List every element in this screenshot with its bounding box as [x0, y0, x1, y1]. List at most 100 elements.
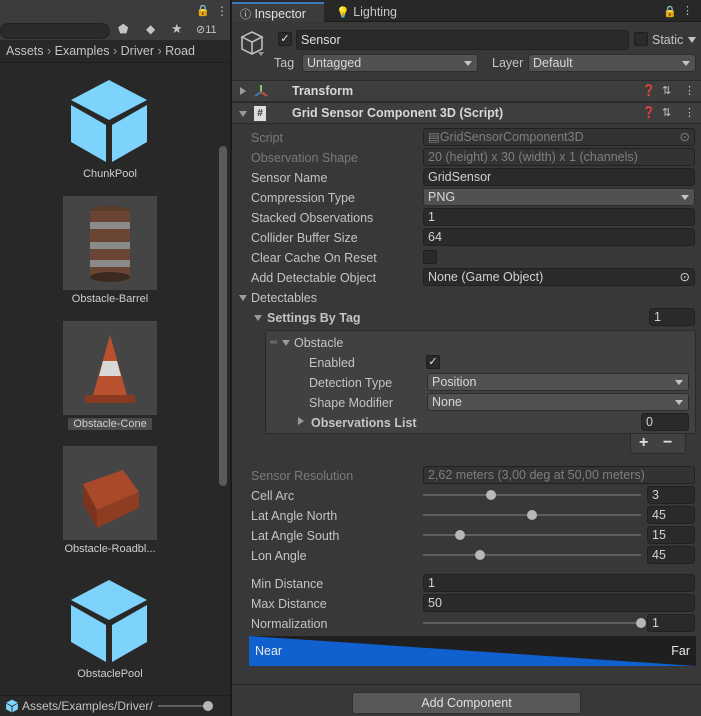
- obs-list-size[interactable]: 0: [641, 413, 689, 431]
- chevron-down-icon: [675, 380, 683, 385]
- cell-arc-input[interactable]: 3: [647, 486, 695, 504]
- normalization-track[interactable]: [423, 622, 641, 624]
- foldout-arrow-icon[interactable]: [240, 87, 246, 95]
- lat-south-input[interactable]: 15: [647, 526, 695, 544]
- lat-north-input[interactable]: 45: [647, 506, 695, 524]
- lon-angle-track[interactable]: [423, 554, 641, 556]
- add-component-button[interactable]: Add Component: [352, 692, 581, 714]
- prefab-cube-icon: [71, 580, 147, 662]
- cell-arc-knob[interactable]: [485, 490, 496, 500]
- clear-cache-checkbox[interactable]: [423, 250, 437, 264]
- script-file-icon: ▤: [428, 130, 440, 144]
- icon-dropdown-arrow[interactable]: [258, 52, 264, 56]
- obstacle-foldout-icon[interactable]: [282, 340, 290, 346]
- chevron-down-icon: [682, 61, 690, 66]
- asset-obstacle-roadblock[interactable]: Obstacle-Roadbl...: [55, 446, 165, 558]
- shape-modifier-dropdown[interactable]: None: [427, 393, 689, 411]
- object-name-field[interactable]: Sensor: [296, 30, 629, 50]
- grid-sensor-title: Grid Sensor Component 3D (Script): [292, 106, 504, 120]
- breadcrumb-item-examples[interactable]: Examples: [55, 44, 110, 58]
- asset-label: Obstacle-Roadbl...: [64, 543, 156, 555]
- static-checkbox[interactable]: [634, 32, 648, 46]
- hidden-count[interactable]: ⊘11: [196, 23, 217, 36]
- collider-input[interactable]: 64: [423, 228, 695, 246]
- obs-shape-field: 20 (height) x 30 (width) x 1 (channels): [423, 148, 695, 166]
- normalization-curve: Near Far: [249, 636, 696, 666]
- add-detectable-label: Add Detectable Object: [251, 271, 377, 285]
- layer-dropdown[interactable]: Default: [528, 54, 696, 72]
- obstacle-label[interactable]: Obstacle: [294, 335, 343, 351]
- star-icon[interactable]: ★: [171, 21, 183, 37]
- grid-sensor-header[interactable]: # Grid Sensor Component 3D (Script) ❓ ⇅ …: [232, 102, 701, 124]
- search-input[interactable]: [0, 23, 110, 39]
- lock-icon[interactable]: 🔒: [663, 5, 677, 19]
- min-dist-label: Min Distance: [251, 577, 324, 591]
- settings-by-tag-foldout-icon[interactable]: [254, 315, 262, 321]
- static-dropdown-arrow[interactable]: [688, 37, 696, 43]
- tag-dropdown[interactable]: Untagged: [302, 54, 478, 72]
- asset-obstacle-cone[interactable]: Obstacle-Cone: [55, 321, 165, 433]
- object-picker-icon[interactable]: ⊙: [680, 269, 690, 285]
- kebab-menu-icon[interactable]: ⋮: [684, 84, 695, 98]
- detection-type-dropdown[interactable]: Position: [427, 373, 689, 391]
- normalization-knob[interactable]: [636, 618, 646, 628]
- asset-label: Obstacle-Barrel: [71, 293, 149, 305]
- detectables-label[interactable]: Detectables: [251, 290, 317, 306]
- normalization-input[interactable]: 1: [647, 614, 695, 632]
- asset-chunkpool[interactable]: ChunkPool: [55, 70, 165, 185]
- help-icon[interactable]: ❓: [642, 84, 656, 98]
- lat-north-knob[interactable]: [527, 510, 537, 520]
- kebab-menu-icon[interactable]: ⋮: [684, 106, 695, 120]
- script-field: ▤GridSensorComponent3D ⊙: [423, 128, 695, 146]
- add-element-button[interactable]: +: [639, 434, 648, 452]
- foldout-arrow-icon[interactable]: [239, 111, 247, 117]
- create-icon[interactable]: ⬟: [118, 22, 128, 36]
- lon-angle-input[interactable]: 45: [647, 546, 695, 564]
- add-detectable-field[interactable]: None (Game Object) ⊙: [423, 268, 695, 286]
- lat-south-knob[interactable]: [455, 530, 466, 540]
- cell-arc-track[interactable]: [423, 494, 641, 496]
- chevron-right-icon: ›: [47, 44, 55, 58]
- lock-icon[interactable]: 🔒: [196, 4, 210, 17]
- clear-cache-label: Clear Cache On Reset: [251, 251, 377, 265]
- vertical-scrollbar[interactable]: [219, 146, 227, 486]
- chevron-down-icon: [464, 61, 472, 66]
- help-icon[interactable]: ❓: [642, 106, 656, 120]
- presets-icon[interactable]: ⇅: [662, 84, 671, 98]
- script-value: GridSensorComponent3D: [439, 130, 584, 144]
- asset-obstacle-barrel[interactable]: Obstacle-Barrel: [55, 196, 165, 308]
- stacked-input[interactable]: 1: [423, 208, 695, 226]
- breadcrumb-item-road[interactable]: Road: [165, 44, 195, 58]
- max-dist-label: Max Distance: [251, 597, 327, 611]
- object-picker-icon: ⊙: [679, 130, 690, 144]
- zoom-slider-track[interactable]: [158, 705, 208, 707]
- tag-filter-icon[interactable]: ◆: [146, 22, 155, 36]
- zoom-slider-knob[interactable]: [203, 701, 213, 711]
- max-dist-input[interactable]: 50: [423, 594, 695, 612]
- tab-lighting-label: Lighting: [353, 5, 397, 19]
- obs-list-foldout-icon[interactable]: [298, 417, 304, 425]
- min-dist-input[interactable]: 1: [423, 574, 695, 592]
- obs-list-label[interactable]: Observations List: [311, 415, 417, 431]
- lon-angle-knob[interactable]: [474, 550, 485, 560]
- active-checkbox[interactable]: ✓: [278, 32, 292, 46]
- compression-dropdown[interactable]: PNG: [423, 188, 695, 206]
- asset-obstaclepool[interactable]: ObstaclePool: [55, 570, 165, 685]
- menu-icon[interactable]: ⋮: [682, 4, 693, 18]
- presets-icon[interactable]: ⇅: [662, 106, 671, 120]
- settings-by-tag-size[interactable]: 1: [649, 308, 695, 326]
- info-icon: ⓘ: [240, 9, 251, 21]
- drag-handle-icon[interactable]: ═: [270, 337, 277, 348]
- menu-icon[interactable]: ⋮: [216, 4, 228, 18]
- breadcrumb-item-assets[interactable]: Assets: [6, 44, 44, 58]
- breadcrumb-item-driver[interactable]: Driver: [121, 44, 154, 58]
- tab-lighting[interactable]: 💡 Lighting: [328, 2, 428, 22]
- detectables-foldout-icon[interactable]: [239, 295, 247, 301]
- tab-inspector[interactable]: ⓘ Inspector: [232, 2, 324, 22]
- settings-by-tag-label[interactable]: Settings By Tag: [267, 310, 361, 326]
- divider: [0, 62, 230, 63]
- sensor-name-input[interactable]: GridSensor: [423, 168, 695, 186]
- enabled-checkbox[interactable]: ✓: [426, 355, 440, 369]
- remove-element-button[interactable]: −: [663, 434, 672, 452]
- transform-header[interactable]: Transform ❓ ⇅ ⋮: [232, 80, 701, 102]
